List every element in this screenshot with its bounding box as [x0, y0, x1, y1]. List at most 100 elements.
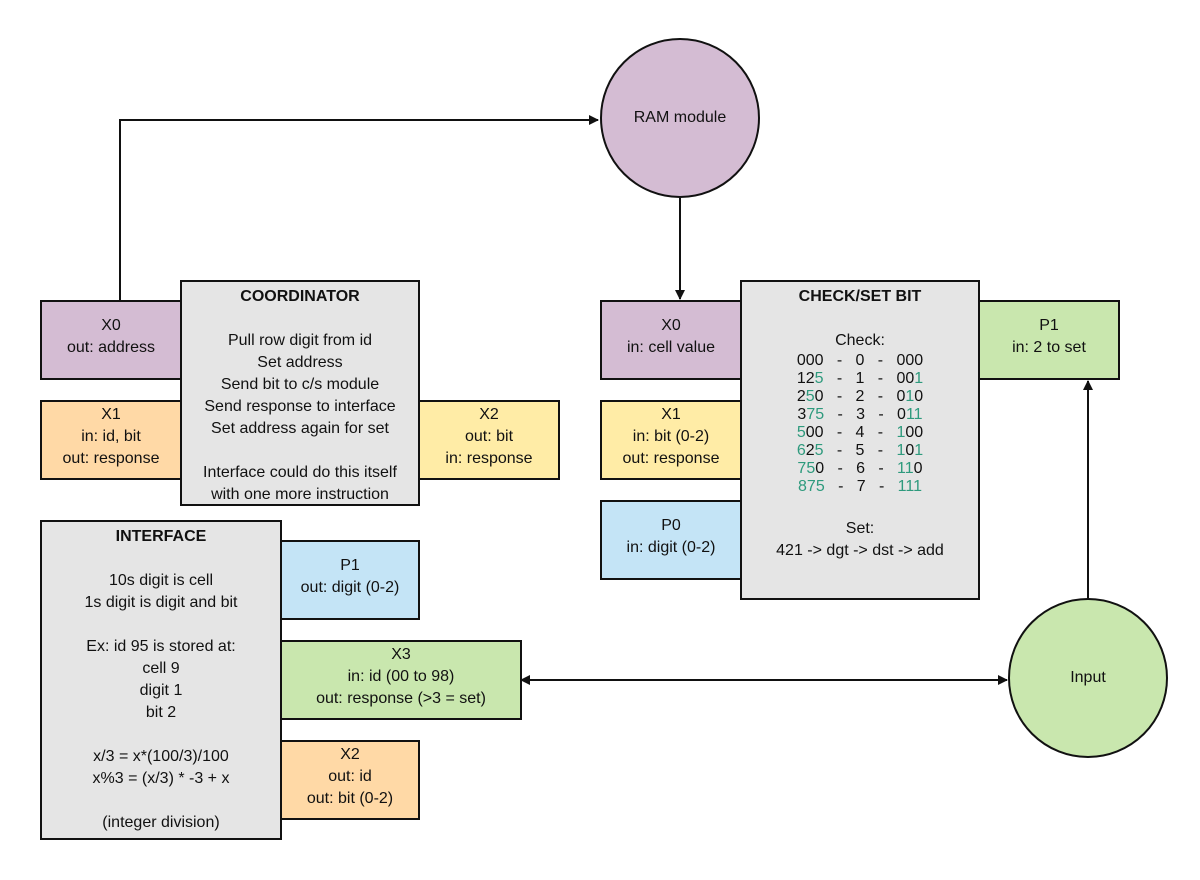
- bit-index: 3: [856, 406, 866, 423]
- interface-port-p1: P1 out: digit (0-2): [280, 540, 420, 620]
- coordinator-port-x0: X0 out: address: [40, 300, 182, 380]
- ram-module-label: RAM module: [633, 109, 727, 126]
- port-line: out: response: [62, 450, 160, 467]
- binary-value: 111: [898, 478, 922, 495]
- checkset-module: CHECK/SET BIT Check: 000 - 0 - 000 125 - …: [740, 280, 980, 600]
- checkset-port-x1: X1 in: bit (0-2) out: response: [600, 400, 742, 480]
- digit: 1: [914, 442, 924, 459]
- port-name: X1: [101, 406, 121, 423]
- text-line: Send bit to c/s module: [220, 376, 380, 393]
- interface-module: INTERFACE 10s digit is cell 1s digit is …: [40, 520, 282, 840]
- binary-value: 110: [897, 460, 923, 477]
- digit: 0: [814, 352, 824, 369]
- port-line: in: 2 to set: [1012, 339, 1086, 356]
- text-line: 1s digit is digit and bit: [84, 594, 238, 611]
- port-line: in: digit (0-2): [626, 539, 716, 556]
- bit-index: 2: [855, 388, 865, 405]
- port-line: in: cell value: [626, 339, 716, 356]
- digit: 0: [814, 424, 824, 441]
- digit: 0: [815, 460, 825, 477]
- port-line: out: digit (0-2): [300, 579, 400, 596]
- digit: 0: [814, 388, 824, 405]
- example-line: bit 2: [145, 704, 177, 721]
- digit: 5: [814, 442, 824, 459]
- port-name: X0: [101, 317, 121, 334]
- note-line: Interface could do this itself: [203, 464, 397, 481]
- port-line: in: id (00 to 98): [347, 668, 455, 685]
- example-line: Ex: id 95 is stored at:: [86, 638, 236, 655]
- digit: 7: [806, 478, 816, 495]
- digit: 3: [797, 406, 807, 423]
- bit-index: 1: [855, 370, 865, 387]
- port-name: P1: [340, 557, 360, 574]
- digit: 1: [905, 478, 914, 495]
- arrow-coord-to-ram: [119, 115, 599, 300]
- interface-title: INTERFACE: [115, 528, 207, 545]
- digit: 5: [796, 424, 806, 441]
- binary-value: 001: [896, 370, 923, 387]
- port-line: in: id, bit: [81, 428, 141, 445]
- digit: 0: [914, 352, 924, 369]
- port-line: out: response (>3 = set): [316, 690, 486, 707]
- bit-index: 6: [856, 460, 866, 477]
- digit: 5: [815, 478, 825, 495]
- digit: 0: [905, 424, 915, 441]
- checkset-port-x0: X0 in: cell value: [600, 300, 742, 380]
- text-line: 10s digit is cell: [108, 572, 214, 589]
- interface-port-x3: X3 in: id (00 to 98) out: response (>3 =…: [280, 640, 522, 720]
- coordinator-module: COORDINATOR Pull row digit from id Set a…: [180, 280, 420, 506]
- check-row: 000 - 0 - 000: [796, 352, 924, 369]
- digit: 5: [806, 460, 816, 477]
- decimal-value: 000: [797, 352, 824, 369]
- interface-port-x2: X2 out: id out: bit (0-2): [280, 740, 420, 820]
- check-table: 000 - 0 - 000 125 - 1 - 001 250 - 2 - 010 3…: [742, 352, 978, 496]
- digit: 5: [805, 388, 815, 405]
- digit: 7: [806, 406, 816, 423]
- set-line: 421 -> dgt -> dst -> add: [776, 542, 944, 559]
- port-line: out: bit (0-2): [306, 790, 394, 807]
- checkset-port-p1: P1 in: 2 to set: [978, 300, 1120, 380]
- bit-index: 0: [855, 352, 865, 369]
- digit: 5: [815, 406, 825, 423]
- digit: 1: [904, 460, 914, 477]
- digit: 6: [796, 442, 806, 459]
- decimal-value: 500: [797, 424, 824, 441]
- digit: 1: [914, 370, 924, 387]
- digit: 0: [905, 352, 915, 369]
- check-row: 625 - 5 - 101: [796, 442, 924, 459]
- set-label: Set:: [845, 520, 875, 537]
- checkset-title: CHECK/SET BIT: [798, 288, 922, 305]
- digit: 0: [805, 352, 815, 369]
- port-line: out: address: [66, 339, 156, 356]
- binary-value: 101: [896, 442, 923, 459]
- binary-value: 010: [896, 388, 923, 405]
- formula-line: x/3 = x*(100/3)/100: [93, 748, 229, 765]
- port-line: in: bit (0-2): [632, 428, 710, 445]
- digit: 0: [905, 370, 915, 387]
- formula-line: x%3 = (x/3) * -3 + x: [92, 770, 230, 787]
- input-label: Input: [1070, 669, 1106, 686]
- port-line: out: bit: [464, 428, 514, 445]
- digit: 0: [796, 352, 806, 369]
- bit-index: 5: [855, 442, 865, 459]
- checkset-port-p0: P0 in: digit (0-2): [600, 500, 742, 580]
- port-name: X3: [391, 646, 411, 663]
- digit: 5: [814, 370, 824, 387]
- footnote: (integer division): [102, 814, 220, 831]
- decimal-value: 125: [797, 370, 824, 387]
- port-line: out: response: [622, 450, 720, 467]
- digit: 0: [897, 406, 906, 423]
- input-node: Input: [1008, 598, 1168, 758]
- decimal-value: 750: [797, 460, 824, 477]
- coordinator-title: COORDINATOR: [240, 288, 360, 305]
- example-line: digit 1: [139, 682, 183, 699]
- check-row: 875 - 7 - 111: [798, 478, 922, 495]
- coordinator-port-x2: X2 out: bit in: response: [418, 400, 560, 480]
- ram-module-node: RAM module: [600, 38, 760, 198]
- check-label: Check:: [835, 332, 885, 349]
- digit: 0: [914, 388, 924, 405]
- text-line: Pull row digit from id: [227, 332, 373, 349]
- port-name: X2: [479, 406, 499, 423]
- decimal-value: 875: [798, 478, 825, 495]
- text-line: Set address again for set: [211, 420, 389, 437]
